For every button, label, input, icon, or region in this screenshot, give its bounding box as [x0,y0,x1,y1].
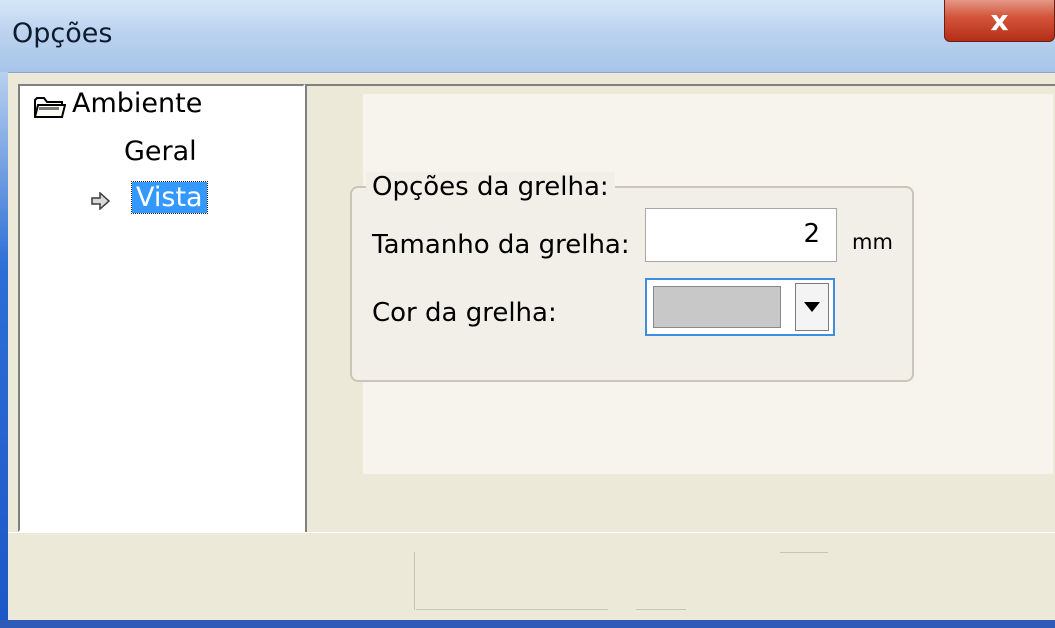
window-frame-left [0,72,8,628]
taskbar-edge [0,620,1055,628]
grid-size-input[interactable]: 2 [645,208,837,262]
divider [780,552,828,553]
options-dialog: Opções x Ambiente Geral Vista Opções da … [0,0,1055,628]
dialog-button-area [8,532,1055,621]
arrow-right-icon [91,192,110,210]
folder-icon [34,97,66,118]
tree-item-vista[interactable]: Vista [131,181,208,214]
grid-color-dropdown-button[interactable] [795,283,829,331]
close-button[interactable]: x [944,0,1055,42]
tree-item-vista-label: Vista [131,181,208,214]
title-bar[interactable]: Opções x [0,0,1055,73]
divider [416,609,608,610]
tree-item-geral[interactable]: Geral [124,136,197,167]
grid-color-label: Cor da grelha: [372,298,557,328]
grid-color-select[interactable] [645,278,835,336]
grid-size-label: Tamanho da grelha: [372,230,630,260]
grid-color-swatch [653,286,781,328]
divider [414,552,415,610]
close-icon: x [990,3,1009,37]
divider [636,609,686,610]
options-tree[interactable]: Ambiente Geral Vista [18,84,305,532]
grid-options-legend: Opções da grelha: [366,172,615,202]
grid-size-unit: mm [852,230,893,254]
window-title: Opções [12,18,113,49]
tree-item-ambiente[interactable]: Ambiente [72,88,202,119]
chevron-down-icon [804,302,820,312]
